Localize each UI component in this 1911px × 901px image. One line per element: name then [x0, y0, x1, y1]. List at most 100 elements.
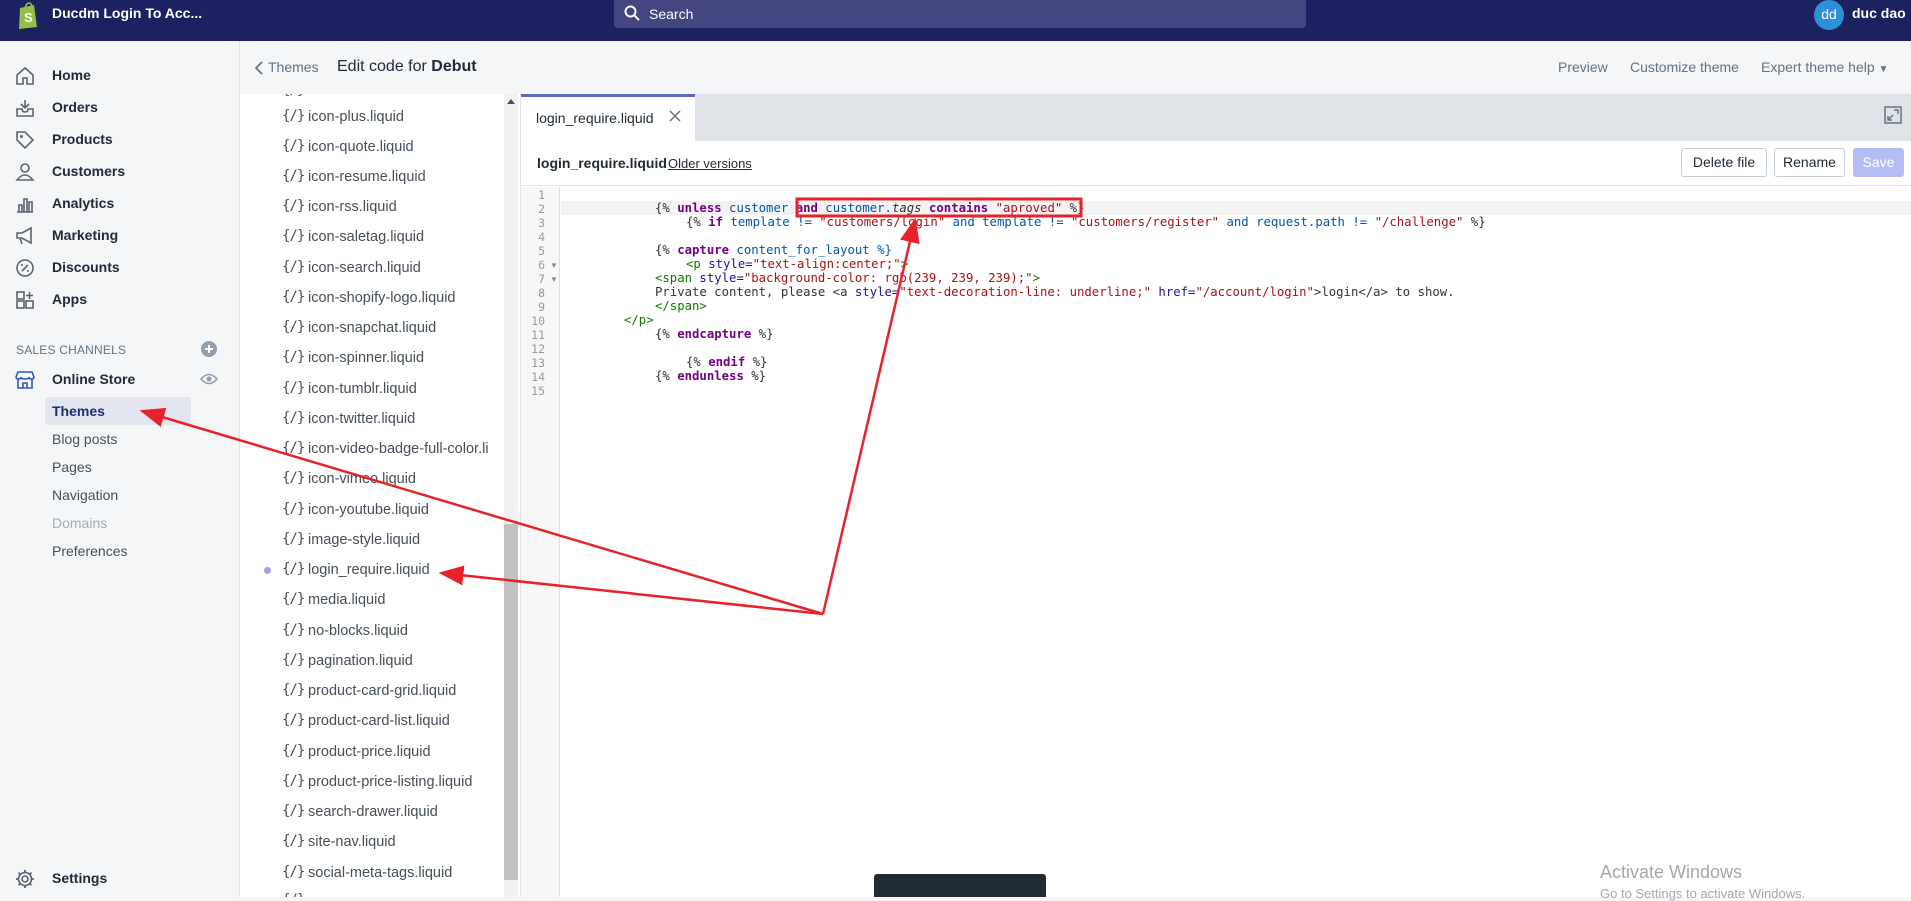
file-name: product-price-listing.liquid: [308, 774, 473, 790]
sidebar-subitem-label: Pages: [52, 459, 92, 475]
avatar[interactable]: dd: [1814, 0, 1844, 30]
fold-arrow-icon[interactable]: ▼: [550, 275, 558, 284]
sidebar-item-customers[interactable]: Customers: [0, 157, 240, 185]
file-item[interactable]: {/} icon-plus.liquid: [240, 106, 500, 130]
search-input[interactable]: Search: [614, 0, 1306, 28]
orders-icon: [16, 100, 34, 117]
code-line-11[interactable]: {% endcapture %}: [655, 327, 773, 341]
sidebar-item-analytics[interactable]: Analytics: [0, 189, 240, 217]
liquid-file-icon: {/}: [282, 168, 305, 184]
sidebar-item-orders[interactable]: Orders: [0, 93, 240, 121]
code-line-7[interactable]: <span style="background-color: rgb(239, …: [655, 271, 1040, 285]
file-item[interactable]: {/} icon-snapchat.liquid: [240, 317, 500, 341]
store-name[interactable]: Ducdm Login To Acc...: [52, 5, 202, 21]
sidebar-item-discounts[interactable]: Discounts: [0, 253, 240, 281]
file-item[interactable]: {/} pagination.liquid: [240, 650, 500, 674]
file-name: login_require.liquid: [308, 562, 430, 578]
file-item[interactable]: {/} icon-youtube.liquid: [240, 499, 500, 523]
liquid-file-icon: {/}: [282, 803, 305, 819]
line-number: 6: [538, 258, 545, 272]
file-item[interactable]: {/} product-price-listing.liquid: [240, 771, 500, 795]
scroll-up-arrow-icon[interactable]: [506, 97, 516, 105]
code-line-14[interactable]: {% endunless %}: [655, 369, 766, 383]
liquid-file-icon: {/}: [282, 591, 305, 607]
editor-tab-bar: [520, 94, 1911, 141]
sidebar-subitem-preferences[interactable]: Preferences: [45, 537, 191, 565]
sidebar-subitem-navigation[interactable]: Navigation: [45, 481, 191, 509]
file-item[interactable]: {/} search-drawer.liquid: [240, 801, 500, 825]
file-item[interactable]: {/} icon-video-badge-full-color.li: [240, 438, 500, 462]
code-line-3[interactable]: {% if template != "customers/login" and …: [686, 215, 1486, 229]
code-line-2[interactable]: {% unless customer and customer.tags con…: [655, 201, 1084, 215]
file-item[interactable]: {/} icon-tumblr.liquid: [240, 378, 500, 402]
file-item[interactable]: {/} icon-spinner.liquid: [240, 347, 500, 371]
chevron-left-icon[interactable]: [254, 61, 264, 75]
search-placeholder: Search: [649, 6, 694, 22]
editor-tab-label[interactable]: login_require.liquid: [536, 110, 654, 126]
code-line-5[interactable]: {% capture content_for_layout %}: [655, 243, 892, 257]
eye-icon[interactable]: [200, 372, 218, 386]
sidebar-subitem-blog-posts[interactable]: Blog posts: [45, 425, 191, 453]
file-item[interactable]: {/} site-nav.liquid: [240, 831, 500, 855]
tag-icon: [16, 131, 35, 150]
sidebar-item-apps[interactable]: Apps: [0, 285, 240, 313]
customize-theme-link[interactable]: Customize theme: [1630, 59, 1739, 75]
file-item[interactable]: {/} icon-search.liquid: [240, 257, 500, 281]
sidebar-item-marketing[interactable]: Marketing: [0, 221, 240, 249]
windows-activation-title: Activate Windows: [1600, 862, 1743, 882]
line-number: 15: [531, 384, 545, 398]
sidebar-subitem-domains[interactable]: Domains: [45, 509, 191, 537]
sidebar-item-settings[interactable]: Settings: [0, 864, 240, 892]
file-item[interactable]: {/} social-meta-tags.liquid: [240, 862, 500, 886]
file-item[interactable]: {/} image-style.liquid: [240, 529, 500, 553]
code-line-10[interactable]: </p>: [624, 313, 654, 327]
delete-file-button[interactable]: Delete file: [1681, 148, 1767, 177]
code-line-13[interactable]: {% endif %}: [686, 355, 767, 369]
bar-chart-icon: [17, 198, 33, 213]
file-item[interactable]: {/} icon-vimeo.liquid: [240, 468, 500, 492]
file-item-partial[interactable]: {/}: [240, 94, 500, 104]
file-item[interactable]: {/} icon-rss.liquid: [240, 196, 500, 220]
older-versions-link[interactable]: Older versions: [668, 156, 752, 171]
file-item[interactable]: {/} icon-resume.liquid: [240, 166, 500, 190]
file-item-modified[interactable]: {/} login_require.liquid: [240, 559, 500, 583]
file-item[interactable]: {/} icon-twitter.liquid: [240, 408, 500, 432]
liquid-file-icon: {/}: [282, 289, 305, 305]
close-icon[interactable]: [669, 110, 681, 122]
code-line-6[interactable]: <p style="text-align:center;">: [686, 257, 908, 271]
back-to-themes-link[interactable]: Themes: [268, 59, 319, 75]
sidebar-subitem-label: Blog posts: [52, 431, 118, 447]
code-line-9[interactable]: </span>: [655, 299, 707, 313]
liquid-file-icon: {/}: [282, 380, 305, 396]
file-name: pagination.liquid: [308, 653, 413, 669]
file-item-partial[interactable]: {/}: [240, 890, 500, 897]
file-item[interactable]: {/} product-price.liquid: [240, 741, 500, 765]
rename-button[interactable]: Rename: [1774, 148, 1845, 177]
expand-icon[interactable]: [1884, 106, 1902, 124]
liquid-file-icon: {/}: [282, 561, 305, 577]
sidebar-subitem-themes[interactable]: Themes: [45, 397, 191, 425]
file-item[interactable]: {/} product-card-list.liquid: [240, 710, 500, 734]
sidebar-subitem-label: Themes: [52, 403, 105, 419]
file-item[interactable]: {/} icon-quote.liquid: [240, 136, 500, 160]
code-line-8[interactable]: Private content, please <a style="text-d…: [655, 285, 1455, 299]
liquid-file-icon: {/}: [282, 198, 305, 214]
sidebar-item-home[interactable]: Home: [0, 61, 240, 89]
file-item[interactable]: {/} media.liquid: [240, 589, 500, 613]
expert-theme-help-link[interactable]: Expert theme help ▼: [1761, 59, 1888, 75]
file-item[interactable]: {/} no-blocks.liquid: [240, 620, 500, 644]
file-item[interactable]: {/} icon-saletag.liquid: [240, 226, 500, 250]
preview-link[interactable]: Preview: [1558, 59, 1608, 75]
line-number: 12: [531, 342, 545, 356]
save-button[interactable]: Save: [1853, 148, 1904, 177]
add-circle-icon[interactable]: [200, 340, 218, 358]
file-item[interactable]: {/} product-card-grid.liquid: [240, 680, 500, 704]
file-item[interactable]: {/} icon-shopify-logo.liquid: [240, 287, 500, 311]
shopify-logo-icon[interactable]: S: [16, 0, 40, 30]
sidebar-item-products[interactable]: Products: [0, 125, 240, 153]
sidebar-subitem-pages[interactable]: Pages: [45, 453, 191, 481]
fold-arrow-icon[interactable]: ▼: [550, 261, 558, 270]
sidebar-item-label: Orders: [52, 99, 98, 115]
file-list-scroll-thumb[interactable]: [504, 524, 518, 880]
user-name[interactable]: duc dao: [1852, 5, 1906, 21]
